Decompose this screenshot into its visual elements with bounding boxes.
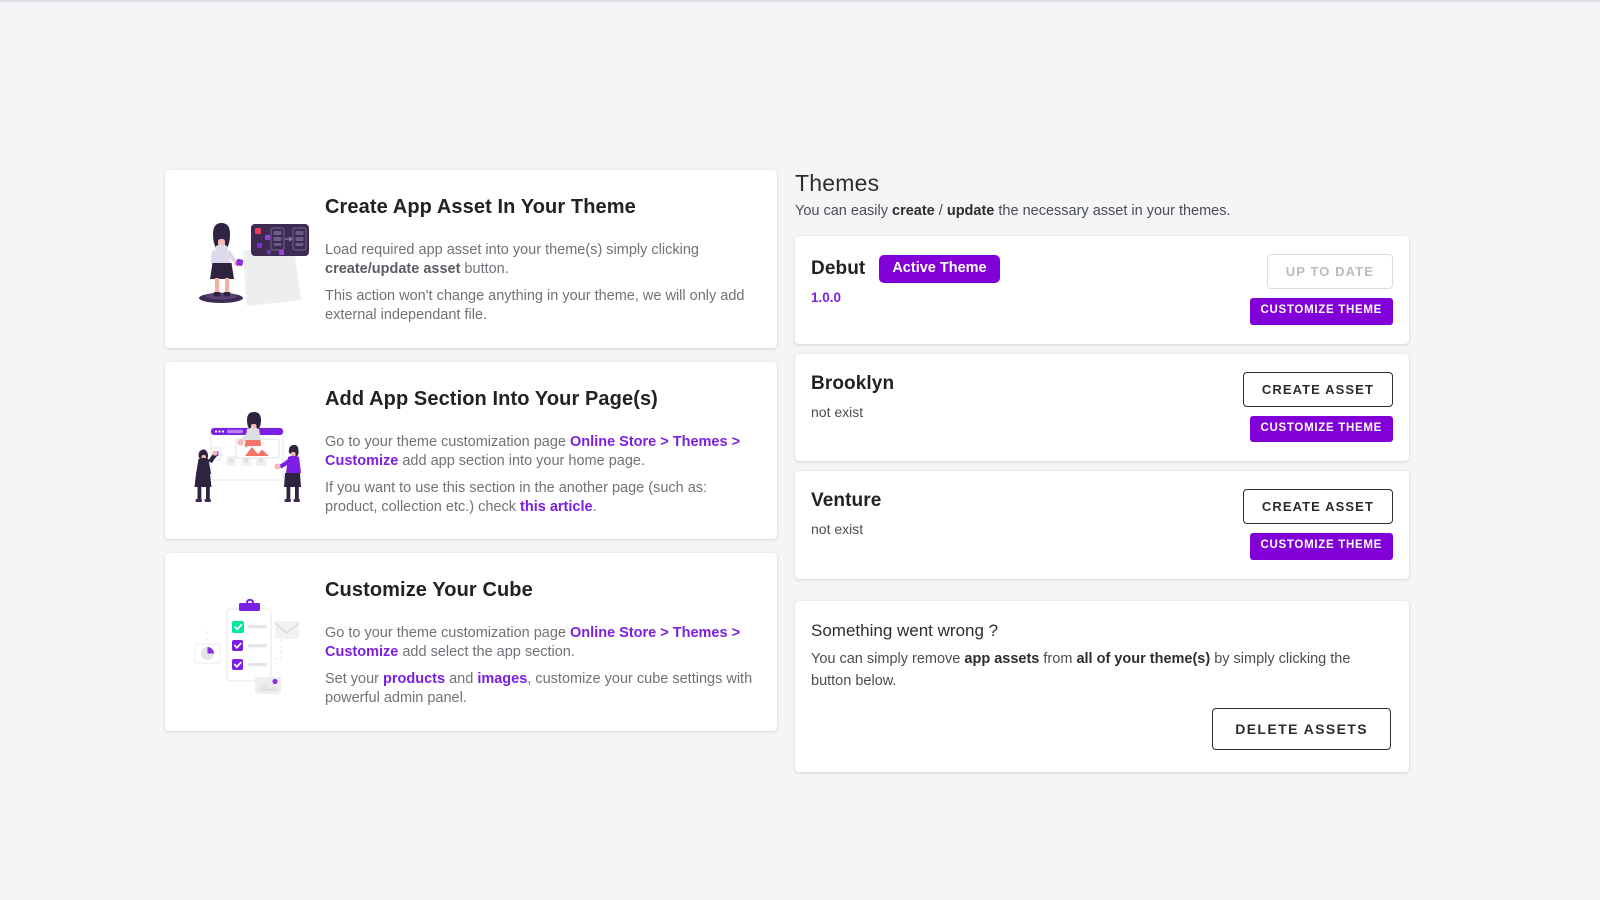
feature-cards-column: Create App Asset In Your Theme Load requ… (165, 170, 777, 772)
customize-theme-button[interactable]: CUSTOMIZE THEME (1249, 533, 1393, 560)
text-emphasis: update (946, 202, 995, 219)
page-title: Themes (795, 170, 880, 196)
link-products[interactable]: products (383, 671, 445, 687)
customize-theme-button[interactable]: CUSTOMIZE THEME (1249, 298, 1393, 325)
text-emphasis: create/update asset (325, 261, 461, 278)
clipboard-checklist-illustration (181, 575, 321, 697)
theme-name-line: Brooklyn (811, 373, 894, 395)
link-this-article[interactable]: this article (520, 499, 593, 515)
feature-card-create-asset: Create App Asset In Your Theme Load requ… (165, 170, 777, 348)
text-emphasis: create (892, 202, 935, 219)
delete-assets-button[interactable]: DELETE ASSETS (1212, 708, 1391, 751)
two-column-layout: Create App Asset In Your Theme Load requ… (0, 170, 1600, 773)
text-segment: from (1039, 650, 1077, 667)
troubleshooting-text: You can simply remove app assets from al… (811, 649, 1391, 693)
text-emphasis: all of your theme(s) (1076, 650, 1211, 667)
theme-name: Brooklyn (811, 372, 895, 394)
theme-asset-status: not exist (811, 403, 864, 420)
theme-row: Debut Active Theme 1.0.0 UP TO DATE CUST… (795, 236, 1409, 344)
text-segment: / (934, 202, 947, 219)
theme-row-actions: UP TO DATE CUSTOMIZE THEME (1249, 253, 1393, 325)
theme-name: Debut (811, 258, 866, 280)
text-segment: . (592, 498, 597, 515)
theme-name-line: Venture (811, 490, 881, 512)
text-emphasis: app assets (964, 650, 1040, 667)
theme-row-info: Venture not exist (811, 488, 881, 537)
status-badge: Active Theme (879, 255, 1000, 283)
create-asset-button[interactable]: CREATE ASSET (1242, 489, 1393, 525)
troubleshooting-title: Something went wrong ? (811, 620, 999, 640)
theme-row-actions: CREATE ASSET CUSTOMIZE THEME (1242, 371, 1393, 443)
theme-row-actions: CREATE ASSET CUSTOMIZE THEME (1242, 488, 1393, 560)
feature-card-customize-cube: Customize Your Cube Go to your theme cus… (165, 553, 777, 731)
text-segment: You can easily (795, 202, 893, 219)
feature-card-title: Add App Section Into Your Page(s) (325, 387, 658, 410)
feature-card-paragraph-2: Set your products and images, customize … (325, 670, 753, 708)
feature-card-paragraph-2: This action won't change anything in you… (325, 288, 745, 324)
text-segment: the necessary asset in your themes. (994, 202, 1231, 219)
theme-list: Debut Active Theme 1.0.0 UP TO DATE CUST… (795, 236, 1409, 579)
text-segment: add select the app section. (398, 644, 575, 661)
troubleshooting-actions: DELETE ASSETS (811, 708, 1391, 751)
theme-row-info: Debut Active Theme 1.0.0 (811, 253, 1000, 305)
people-building-webpage-illustration (181, 384, 321, 506)
troubleshooting-card: Something went wrong ? You can simply re… (795, 600, 1409, 773)
theme-version: 1.0.0 (811, 289, 842, 305)
up-to-date-button[interactable]: UP TO DATE (1266, 254, 1393, 290)
text-segment: add app section into your home page. (398, 452, 645, 469)
theme-asset-status: not exist (811, 521, 864, 538)
feature-card-body: Create App Asset In Your Theme Load requ… (321, 192, 753, 326)
text-segment: Go to your theme customization page (325, 625, 571, 641)
theme-name: Venture (811, 490, 882, 512)
text-segment: Load required app asset into your theme(… (325, 242, 699, 258)
theme-row: Venture not exist CREATE ASSET CUSTOMIZE… (795, 471, 1409, 579)
feature-card-body: Customize Your Cube Go to your theme cus… (321, 575, 753, 709)
feature-card-title: Customize Your Cube (325, 579, 533, 601)
create-asset-button[interactable]: CREATE ASSET (1242, 371, 1393, 407)
text-segment: Go to your theme customization page (325, 433, 571, 450)
customize-theme-button[interactable]: CUSTOMIZE THEME (1249, 415, 1393, 443)
feature-card-paragraph-1: Go to your theme customization page Onli… (325, 433, 753, 471)
text-segment: If you want to use this section in the a… (325, 479, 708, 515)
text-segment: and (445, 671, 478, 688)
theme-row: Brooklyn not exist CREATE ASSET CUSTOMIZ… (795, 353, 1409, 462)
link-images[interactable]: images (477, 671, 527, 687)
theme-name-line: Debut Active Theme (811, 255, 1000, 283)
themes-subtitle: You can easily create / update the neces… (795, 202, 1409, 221)
text-segment: button. (460, 261, 509, 278)
feature-card-paragraph-1: Load required app asset into your theme(… (325, 241, 753, 279)
feature-card-paragraph-1: Go to your theme customization page Onli… (325, 624, 753, 662)
feature-card-body: Add App Section Into Your Page(s) Go to … (321, 384, 753, 518)
app-root: Create App Asset In Your Theme Load requ… (0, 2, 1600, 900)
text-segment: You can simply remove (811, 650, 965, 667)
feature-card-title: Create App Asset In Your Theme (325, 196, 636, 218)
themes-panel-column: Themes You can easily create / update th… (795, 170, 1409, 773)
feature-card-paragraph-2: If you want to use this section in the a… (325, 479, 753, 517)
woman-presenting-dashboard-illustration (181, 192, 321, 311)
theme-row-info: Brooklyn not exist (811, 371, 894, 420)
feature-card-add-section: Add App Section Into Your Page(s) Go to … (165, 361, 777, 539)
text-segment: Set your (325, 671, 384, 688)
